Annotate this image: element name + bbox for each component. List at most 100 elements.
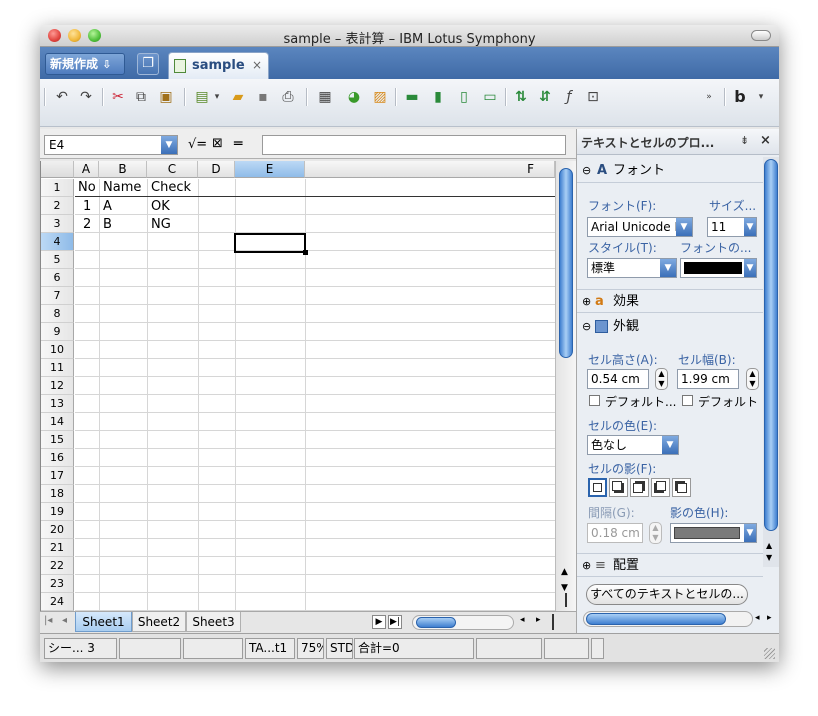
chevron-down-icon[interactable]: ▼ xyxy=(676,218,692,236)
tab-sample[interactable]: sample × xyxy=(168,52,269,79)
shadow-none-option[interactable] xyxy=(588,478,607,497)
cell-b2[interactable]: A xyxy=(99,198,112,216)
resize-grip-icon[interactable] xyxy=(764,648,775,659)
spacing-stepper[interactable]: ▲ ▼ xyxy=(649,522,662,544)
scroll-thumb[interactable] xyxy=(559,168,573,358)
chevron-down-icon[interactable]: ▼ xyxy=(662,436,678,454)
spreadsheet-grid[interactable]: A B C D E F 1 2 3 4 5 6 7 8 9 10 11 12 13 14 15 16 17 18 1… xyxy=(40,161,576,611)
function-icon[interactable]: ƒ xyxy=(558,86,580,108)
formula-input[interactable] xyxy=(262,135,566,155)
font-select[interactable]: Arial Unicode MS ▼ xyxy=(587,217,693,237)
scroll-right-icon[interactable]: ▸ xyxy=(536,615,541,625)
new-document-button[interactable]: 新規作成 ⇩ xyxy=(45,53,125,75)
default-height-checkbox[interactable] xyxy=(589,395,600,406)
all-text-cell-properties-button[interactable]: すべてのテキストとセルの... xyxy=(586,584,748,605)
save-icon[interactable]: ▪ xyxy=(253,86,273,108)
delete-row-icon[interactable]: ▭ xyxy=(479,86,501,108)
insert-column-icon[interactable]: ▮ xyxy=(427,86,449,108)
row-header-16[interactable]: 16 xyxy=(41,449,74,467)
panel-menu-icon[interactable]: ⇟ xyxy=(740,134,749,147)
scroll-up-icon[interactable]: ▲ xyxy=(766,541,772,550)
shadow-bottom-left-option[interactable] xyxy=(651,478,670,497)
function-wizard-icon[interactable]: √= xyxy=(188,137,207,152)
toolbar-overflow-icon[interactable]: » xyxy=(702,86,716,108)
scroll-thumb[interactable] xyxy=(586,613,726,625)
scroll-left-icon[interactable]: ◂ xyxy=(755,613,760,623)
scroll-down-icon[interactable]: ▼ xyxy=(561,583,568,593)
chevron-down-icon[interactable]: ▼ xyxy=(161,136,177,154)
scroll-up-icon[interactable]: ▲ xyxy=(561,567,568,577)
row-header-23[interactable]: 23 xyxy=(41,575,74,593)
chevron-down-icon[interactable]: ▼ xyxy=(744,218,756,236)
row-header-15[interactable]: 15 xyxy=(41,431,74,449)
cell-b1[interactable]: Name xyxy=(99,179,141,197)
cell-color-select[interactable]: 色なし ▼ xyxy=(587,435,679,455)
shadow-bottom-right-option[interactable] xyxy=(609,478,628,497)
row-header-11[interactable]: 11 xyxy=(41,359,74,377)
toolbar-toggle-button[interactable] xyxy=(751,30,771,41)
scroll-right-icon[interactable]: ▸ xyxy=(767,613,772,623)
chart-icon[interactable]: ◕ xyxy=(343,86,365,108)
cell-a2[interactable]: 1 xyxy=(74,198,91,216)
scroll-thumb[interactable] xyxy=(416,617,456,628)
copy-icon[interactable]: ⧉ xyxy=(131,86,151,108)
column-header-d[interactable]: D xyxy=(198,161,235,178)
open-folder-icon[interactable]: ▰ xyxy=(228,86,248,108)
last-sheet-icon[interactable]: ▶| xyxy=(388,615,402,629)
row-header-7[interactable]: 7 xyxy=(41,287,74,305)
font-section-header[interactable]: ⊖ A フォント xyxy=(577,159,763,183)
row-header-12[interactable]: 12 xyxy=(41,377,74,395)
effects-section-header[interactable]: ⊕ a 効果 xyxy=(577,289,763,313)
column-header-b[interactable]: B xyxy=(99,161,147,178)
panel-vertical-scrollbar[interactable]: ▲ ▼ xyxy=(763,157,779,567)
row-header-22[interactable]: 22 xyxy=(41,557,74,575)
row-header-18[interactable]: 18 xyxy=(41,485,74,503)
scroll-thumb[interactable] xyxy=(764,159,778,531)
scroll-left-icon[interactable]: ◂ xyxy=(520,615,525,625)
cut-icon[interactable]: ✂ xyxy=(108,86,128,108)
sort-table-icon[interactable]: ▦ xyxy=(314,86,336,108)
cell-a3[interactable]: 2 xyxy=(74,216,91,234)
row-header-2[interactable]: 2 xyxy=(41,197,74,215)
sort-descending-icon[interactable]: ⇵ xyxy=(534,86,556,108)
vertical-scrollbar[interactable]: ▲ ▼ xyxy=(555,161,576,611)
status-selection-mode[interactable]: STD xyxy=(326,638,353,659)
delete-column-icon[interactable]: ▯ xyxy=(453,86,475,108)
row-header-4[interactable]: 4 xyxy=(41,233,74,251)
shadow-top-right-option[interactable] xyxy=(630,478,649,497)
font-color-picker[interactable]: ▼ xyxy=(680,258,757,278)
prev-sheet-icon[interactable]: ◂ xyxy=(62,615,67,626)
cell-height-stepper[interactable]: ▲ ▼ xyxy=(655,368,668,390)
fill-handle[interactable] xyxy=(303,250,308,255)
sum-icon[interactable]: ⊠ xyxy=(212,136,223,151)
print-icon[interactable]: ⎙ xyxy=(278,86,298,108)
sort-ascending-icon[interactable]: ⇅ xyxy=(510,86,532,108)
row-header-17[interactable]: 17 xyxy=(41,467,74,485)
cell-c3[interactable]: NG xyxy=(147,216,171,234)
size-select[interactable]: 11 ▼ xyxy=(707,217,757,237)
style-select[interactable]: 標準 ▼ xyxy=(587,258,677,278)
spacing-field[interactable]: 0.18 cm xyxy=(587,523,643,543)
row-header-20[interactable]: 20 xyxy=(41,521,74,539)
chevron-down-icon[interactable]: ▾ xyxy=(212,86,222,108)
sheet-tab-3[interactable]: Sheet3 xyxy=(186,612,241,632)
chevron-down-icon[interactable]: ▾ xyxy=(755,86,767,108)
close-tab-icon[interactable]: × xyxy=(252,58,262,72)
row-header-24[interactable]: 24 xyxy=(41,593,74,611)
row-header-3[interactable]: 3 xyxy=(41,215,74,233)
next-sheet-icon[interactable]: ▶ xyxy=(372,615,386,629)
panel-horizontal-scrollbar[interactable] xyxy=(583,611,753,627)
cell-height-field[interactable]: 0.54 cm xyxy=(587,369,649,389)
horizontal-scrollbar[interactable] xyxy=(412,615,514,630)
equals-icon[interactable]: ═ xyxy=(234,136,242,152)
appearance-section-header[interactable]: ⊖ 外観 xyxy=(577,315,763,339)
row-header-9[interactable]: 9 xyxy=(41,323,74,341)
split-handle[interactable] xyxy=(565,593,567,607)
row-header-5[interactable]: 5 xyxy=(41,251,74,269)
close-panel-icon[interactable]: × xyxy=(760,133,771,148)
column-header-a[interactable]: A xyxy=(74,161,99,178)
chevron-down-icon[interactable]: ▼ xyxy=(744,259,756,277)
insert-row-icon[interactable]: ▬ xyxy=(401,86,423,108)
row-header-13[interactable]: 13 xyxy=(41,395,74,413)
row-header-6[interactable]: 6 xyxy=(41,269,74,287)
